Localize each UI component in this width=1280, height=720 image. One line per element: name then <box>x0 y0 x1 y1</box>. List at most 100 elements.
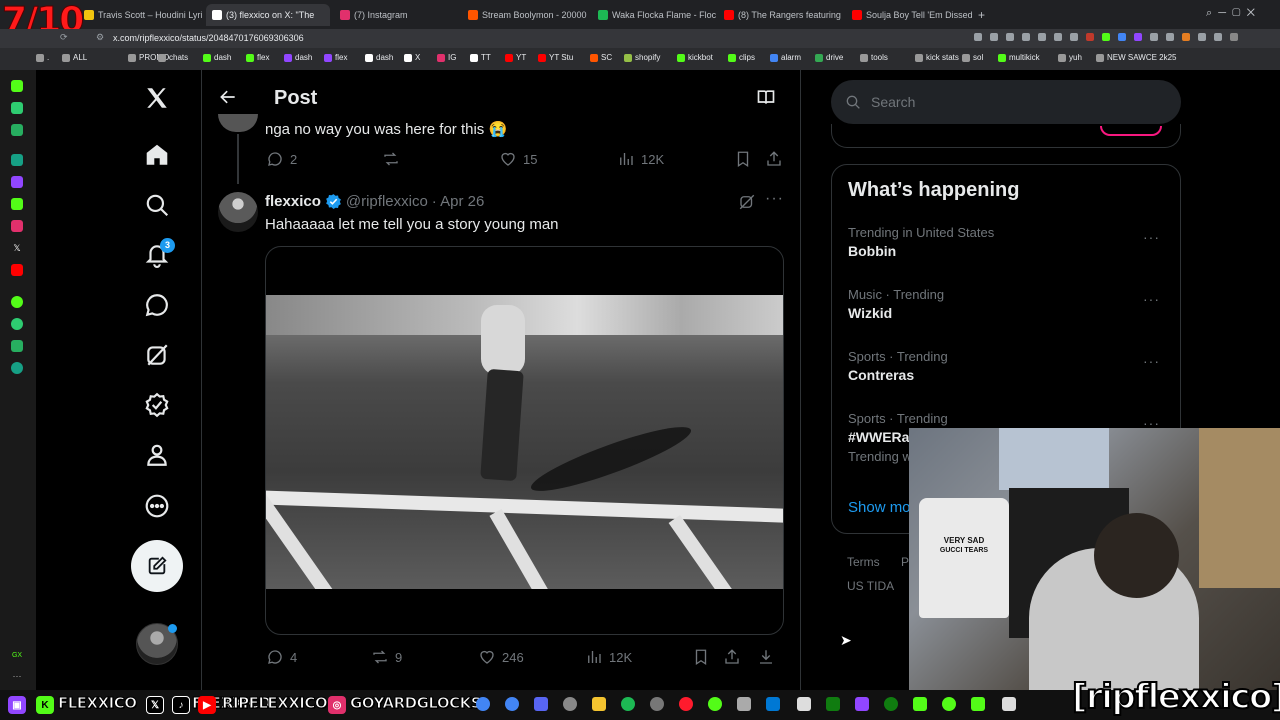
app-icon[interactable] <box>737 697 751 711</box>
bookmark-item[interactable]: . <box>36 53 49 62</box>
extension-icon[interactable] <box>1182 33 1190 41</box>
extension-icon[interactable] <box>1054 33 1062 41</box>
bookmark-item[interactable]: YT Stu <box>538 53 573 62</box>
side-app-icon[interactable] <box>11 296 23 308</box>
extension-icon[interactable] <box>1070 33 1078 41</box>
tweet-media-video[interactable] <box>265 246 784 635</box>
browser-tab-active[interactable]: (3) flexxico on X: "The <box>206 4 330 26</box>
bookmark-item[interactable]: dash <box>203 53 231 62</box>
share-button[interactable] <box>765 150 783 168</box>
opera-icon[interactable] <box>679 697 693 711</box>
messages-icon[interactable] <box>131 285 183 325</box>
instagram-icon[interactable]: ◎ <box>328 696 346 714</box>
bookmark-button[interactable] <box>734 150 752 168</box>
tiktok-icon[interactable]: ♪ <box>172 696 190 714</box>
app-icon[interactable] <box>942 697 956 711</box>
extension-icon[interactable] <box>1118 33 1126 41</box>
bookmark-item[interactable]: clips <box>728 53 755 62</box>
notifications-icon[interactable]: 3 <box>131 235 183 275</box>
bookmark-item[interactable]: X <box>404 53 420 62</box>
bookmark-item[interactable]: yuh <box>1058 53 1082 62</box>
chrome-icon[interactable] <box>476 697 490 711</box>
grok-icon[interactable] <box>131 335 183 375</box>
bookmark-item[interactable]: kickbot <box>677 53 713 62</box>
side-app-icon[interactable] <box>11 80 23 92</box>
x-icon[interactable]: 𝕏 <box>11 242 23 254</box>
app-icon[interactable] <box>913 697 927 711</box>
bookmark-item[interactable]: sol <box>962 53 983 62</box>
extension-icon[interactable] <box>1086 33 1094 41</box>
bookmark-item[interactable]: ALL <box>62 53 87 62</box>
side-app-icon[interactable]: GX <box>11 650 23 662</box>
extension-icon[interactable] <box>1006 33 1014 41</box>
more-icon[interactable]: ⋯ <box>11 670 23 682</box>
reader-mode-icon[interactable] <box>756 87 776 107</box>
chrome-icon[interactable] <box>505 697 519 711</box>
app-icon[interactable] <box>766 697 780 711</box>
browser-tab[interactable]: Soulja Boy Tell 'Em Dissed <box>852 4 972 26</box>
repost-button[interactable]: 9 <box>371 648 402 666</box>
app-icon[interactable] <box>797 697 811 711</box>
footer-terms-link[interactable]: Terms <box>847 555 880 569</box>
author-name[interactable]: flexxico <box>265 193 321 210</box>
bookmark-item[interactable]: dash <box>365 53 393 62</box>
app-icon[interactable] <box>855 697 869 711</box>
pink-button[interactable] <box>1100 126 1162 136</box>
more-icon[interactable] <box>131 486 183 526</box>
new-tab-icon[interactable]: + <box>978 8 985 22</box>
bookmark-item[interactable]: shopify <box>624 53 660 62</box>
browser-tab[interactable]: (7) Instagram <box>340 4 458 26</box>
reply-button[interactable]: 2 <box>266 150 297 168</box>
bookmark-item[interactable]: YT <box>505 53 526 62</box>
trend-item[interactable]: Trending in United States Bobbin <box>848 225 1166 277</box>
extension-icon[interactable] <box>1166 33 1174 41</box>
kick-icon[interactable]: K <box>36 696 54 714</box>
views-button[interactable]: 12K <box>585 648 632 666</box>
reload-icon[interactable]: ⟳ <box>60 32 68 43</box>
browser-tab[interactable]: Stream Boolymon - 20000 <box>468 4 588 26</box>
browser-tab[interactable]: Waka Flocka Flame - Flock <box>598 4 716 26</box>
search-input[interactable]: Search <box>831 80 1181 124</box>
bookmark-button[interactable] <box>692 648 710 666</box>
spotify-icon[interactable] <box>621 697 635 711</box>
grok-icon[interactable] <box>738 193 756 211</box>
folder-icon[interactable] <box>592 697 606 711</box>
youtube-icon[interactable] <box>11 264 23 276</box>
footer-link[interactable]: US TIDA <box>847 579 894 593</box>
bookmark-item[interactable]: alarm <box>770 53 801 62</box>
more-options-icon[interactable]: ··· <box>1143 291 1160 307</box>
extension-icon[interactable] <box>1038 33 1046 41</box>
bookmark-item[interactable]: flex <box>246 53 269 62</box>
more-options-icon[interactable]: ··· <box>1143 353 1160 369</box>
obs-icon[interactable] <box>650 697 664 711</box>
share-button[interactable] <box>723 648 741 666</box>
more-options-icon[interactable]: ··· <box>1143 229 1160 245</box>
bookmark-item[interactable]: IG <box>437 53 456 62</box>
tweet-date[interactable]: · Apr 26 <box>432 193 485 210</box>
zoom-icon[interactable] <box>974 33 982 41</box>
discord-icon[interactable] <box>534 697 548 711</box>
bookmark-item[interactable]: SC <box>590 53 612 62</box>
xbox-icon[interactable] <box>884 697 898 711</box>
search-icon[interactable] <box>131 185 183 225</box>
app-icon[interactable] <box>1002 697 1016 711</box>
reply-button[interactable]: 4 <box>266 648 297 666</box>
extension-icon[interactable] <box>1150 33 1158 41</box>
bookmark-star-icon[interactable] <box>990 33 998 41</box>
clock-icon[interactable] <box>11 318 23 330</box>
bookmark-item[interactable]: dash <box>284 53 312 62</box>
side-app-icon[interactable] <box>11 340 23 352</box>
avatar[interactable] <box>218 192 258 232</box>
x-logo-icon[interactable] <box>131 78 183 118</box>
trend-item[interactable]: Sports · Trending Contreras <box>848 349 1166 401</box>
extension-icons[interactable] <box>974 33 1238 41</box>
extension-icon[interactable] <box>1102 33 1110 41</box>
chatgpt-icon[interactable] <box>563 697 577 711</box>
account-avatar[interactable] <box>136 623 178 665</box>
bookmark-item[interactable]: NEW SAWCE 2k25 <box>1096 53 1177 62</box>
bookmark-item[interactable]: drive <box>815 53 843 62</box>
browser-tab[interactable]: (8) The Rangers featuring <box>724 4 842 26</box>
show-more-link[interactable]: Show mo <box>848 499 911 516</box>
app-icon[interactable] <box>826 697 840 711</box>
avatar[interactable] <box>1230 33 1238 41</box>
